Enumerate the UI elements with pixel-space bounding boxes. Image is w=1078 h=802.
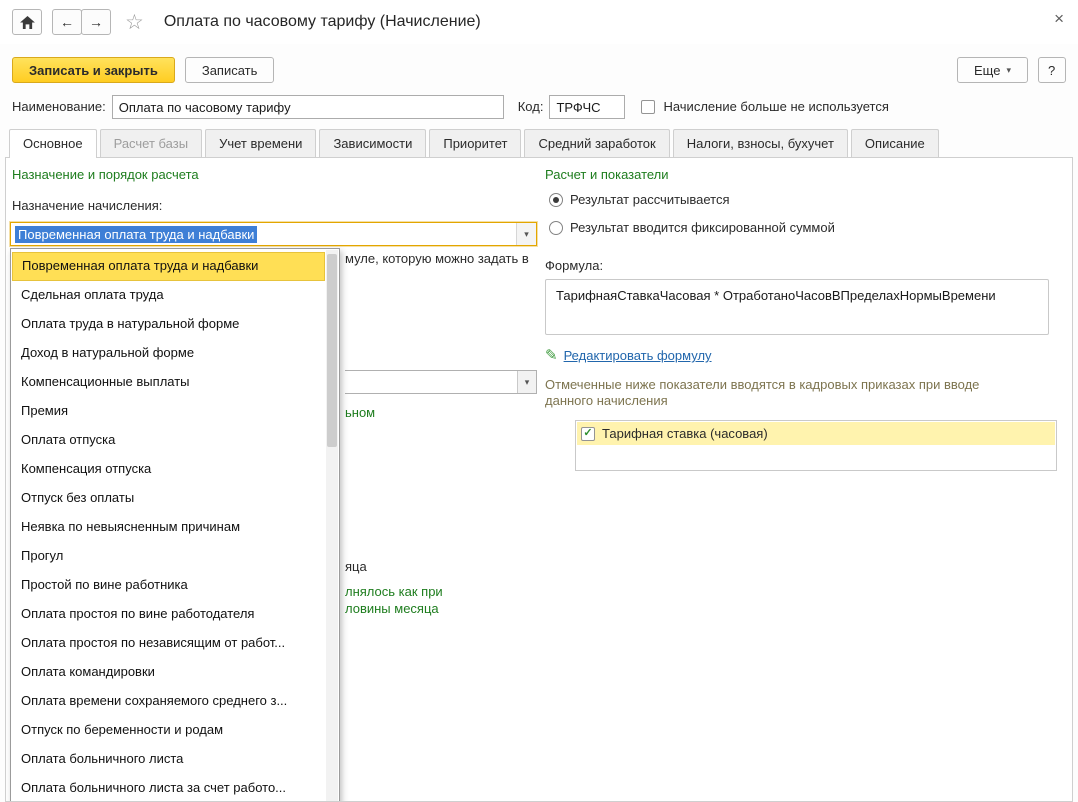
tab-4[interactable]: Приоритет xyxy=(429,129,521,157)
tab-3[interactable]: Зависимости xyxy=(319,129,426,157)
tab-7[interactable]: Описание xyxy=(851,129,939,157)
purpose-label: Назначение начисления: xyxy=(12,198,162,213)
formula-box: ТарифнаяСтавкаЧасовая * ОтработаноЧасовВ… xyxy=(545,279,1049,335)
dropdown-item[interactable]: Оплата простоя по независящим от работ..… xyxy=(12,629,325,658)
purpose-combobox[interactable]: Повременная оплата труда и надбавки ▾ xyxy=(10,222,537,246)
formula-label: Формула: xyxy=(545,258,603,273)
app-window: ← → ☆ Оплата по часовому тарифу (Начисле… xyxy=(0,0,1078,802)
obscured-text-green-2: лнялось как при xyxy=(345,584,443,599)
unused-checkbox[interactable] xyxy=(641,100,655,114)
obscured-combo-input[interactable]: ▾ xyxy=(345,370,537,394)
dropdown-item[interactable]: Неявка по невыясненным причинам xyxy=(12,513,325,542)
forward-button[interactable]: → xyxy=(81,9,111,35)
tab-1[interactable]: Расчет базы xyxy=(100,129,203,157)
dropdown-item[interactable]: Сдельная оплата труда xyxy=(12,281,325,310)
indicators-note: Отмеченные ниже показатели вводятся в ка… xyxy=(545,377,1000,409)
radio-result-calculated[interactable]: Результат рассчитывается xyxy=(549,192,730,207)
indicators-list: ✓ Тарифная ставка (часовая) xyxy=(575,420,1057,471)
tab-0[interactable]: Основное xyxy=(9,129,97,158)
more-button[interactable]: Еще ▾ xyxy=(957,57,1028,83)
indicator-row[interactable]: ✓ Тарифная ставка (часовая) xyxy=(577,422,1055,445)
dropdown-list-items: Повременная оплата труда и надбавкиСдель… xyxy=(12,249,325,802)
code-input[interactable] xyxy=(549,95,625,119)
scrollbar-thumb[interactable] xyxy=(327,254,337,447)
home-icon xyxy=(20,16,35,29)
pencil-icon: ✎ xyxy=(545,348,558,363)
indicator-label: Тарифная ставка (часовая) xyxy=(602,426,768,441)
home-button[interactable] xyxy=(12,9,42,35)
radio-unselected-icon[interactable] xyxy=(549,221,563,235)
back-button[interactable]: ← xyxy=(52,9,82,35)
unused-checkbox-label: Начисление больше не используется xyxy=(663,95,888,119)
obscured-text-green-1: ьном xyxy=(345,405,375,420)
edit-formula-row: ✎ Редактировать формулу xyxy=(545,348,712,363)
obscured-text-green-3: ловины месяца xyxy=(345,601,439,616)
dropdown-item[interactable]: Отпуск без оплаты xyxy=(12,484,325,513)
dropdown-item[interactable]: Премия xyxy=(12,397,325,426)
radio-calculated-label: Результат рассчитывается xyxy=(570,192,730,207)
tab-content-main: Назначение и порядок расчета Назначение … xyxy=(5,157,1073,802)
code-label: Код: xyxy=(518,95,544,119)
dropdown-item[interactable]: Отпуск по беременности и родам xyxy=(12,716,325,745)
chevron-down-icon: ▾ xyxy=(525,378,530,387)
dropdown-item[interactable]: Оплата труда в натуральной форме xyxy=(12,310,325,339)
dropdown-item[interactable]: Оплата больничного листа xyxy=(12,745,325,774)
dropdown-item[interactable]: Оплата простоя по вине работодателя xyxy=(12,600,325,629)
dropdown-item[interactable]: Доход в натуральной форме xyxy=(12,339,325,368)
chevron-down-icon: ▾ xyxy=(524,230,529,239)
header-form: Наименование: Код: Начисление больше не … xyxy=(0,83,1078,119)
save-and-close-button[interactable]: Записать и закрыть xyxy=(12,57,175,83)
dropdown-item[interactable]: Оплата времени сохраняемого среднего з..… xyxy=(12,687,325,716)
formula-text: ТарифнаяСтавкаЧасовая * ОтработаноЧасовВ… xyxy=(556,288,996,303)
radio-selected-icon[interactable] xyxy=(549,193,563,207)
right-section-title: Расчет и показатели xyxy=(545,167,669,182)
combo-dropdown-button[interactable]: ▾ xyxy=(516,223,536,245)
chevron-down-icon: ▾ xyxy=(1006,66,1011,75)
name-input[interactable] xyxy=(112,95,504,119)
tab-5[interactable]: Средний заработок xyxy=(524,129,669,157)
save-button[interactable]: Записать xyxy=(185,57,275,83)
name-label: Наименование: xyxy=(12,95,106,119)
close-icon[interactable]: × xyxy=(1054,10,1064,27)
check-icon: ✓ xyxy=(583,428,592,439)
history-nav-group: ← → xyxy=(52,9,111,35)
favorite-star-icon[interactable]: ☆ xyxy=(125,12,144,33)
dropdown-item[interactable]: Оплата больничного листа за счет работо.… xyxy=(12,774,325,802)
dropdown-item[interactable]: Простой по вине работника xyxy=(12,571,325,600)
radio-fixed-label: Результат вводится фиксированной суммой xyxy=(570,220,835,235)
obscured-text-formula-hint: муле, которую можно задать в xyxy=(345,251,529,266)
tab-bar: ОсновноеРасчет базыУчет времениЗависимос… xyxy=(9,129,1078,157)
page-title: Оплата по часовому тарифу (Начисление) xyxy=(164,13,481,31)
help-button[interactable]: ? xyxy=(1038,57,1066,83)
dropdown-item[interactable]: Компенсационные выплаты xyxy=(12,368,325,397)
forward-arrow-icon: → xyxy=(89,15,103,29)
dropdown-item[interactable]: Прогул xyxy=(12,542,325,571)
tab-2[interactable]: Учет времени xyxy=(205,129,316,157)
obscured-text-2: яца xyxy=(345,559,367,574)
purpose-combobox-value: Повременная оплата труда и надбавки xyxy=(15,226,257,243)
left-section-title: Назначение и порядок расчета xyxy=(12,167,199,182)
command-bar: Записать и закрыть Записать Еще ▾ ? xyxy=(0,44,1078,83)
edit-formula-link[interactable]: Редактировать формулу xyxy=(564,348,712,363)
title-bar: ← → ☆ Оплата по часовому тарифу (Начисле… xyxy=(0,0,1078,44)
purpose-combobox-valuebox: Повременная оплата труда и надбавки xyxy=(11,223,516,245)
purpose-dropdown-list: Повременная оплата труда и надбавкиСдель… xyxy=(10,248,340,802)
dropdown-item[interactable]: Оплата командировки xyxy=(12,658,325,687)
dropdown-item[interactable]: Повременная оплата труда и надбавки xyxy=(12,252,325,281)
dropdown-scrollbar[interactable] xyxy=(326,250,338,802)
combo-dropdown-button[interactable]: ▾ xyxy=(517,371,536,393)
dropdown-item[interactable]: Компенсация отпуска xyxy=(12,455,325,484)
more-button-label: Еще xyxy=(974,63,1000,78)
tab-6[interactable]: Налоги, взносы, бухучет xyxy=(673,129,848,157)
radio-result-fixed[interactable]: Результат вводится фиксированной суммой xyxy=(549,220,835,235)
dropdown-item[interactable]: Оплата отпуска xyxy=(12,426,325,455)
indicator-checkbox[interactable]: ✓ xyxy=(581,427,595,441)
back-arrow-icon: ← xyxy=(60,15,74,29)
